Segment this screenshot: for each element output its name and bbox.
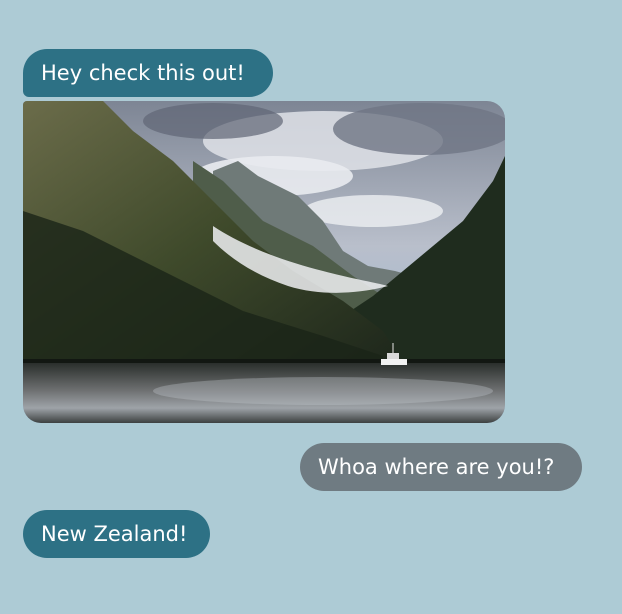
message-text: Hey check this out!	[41, 61, 245, 85]
message-text: New Zealand!	[41, 522, 188, 546]
outgoing-message-bubble[interactable]: Whoa where are you!?	[300, 443, 582, 491]
shared-photo[interactable]	[23, 101, 505, 423]
incoming-message-bubble[interactable]: Hey check this out!	[23, 49, 273, 97]
landscape-photo	[23, 101, 505, 423]
incoming-message-bubble[interactable]: New Zealand!	[23, 510, 210, 558]
message-text: Whoa where are you!?	[318, 455, 555, 479]
